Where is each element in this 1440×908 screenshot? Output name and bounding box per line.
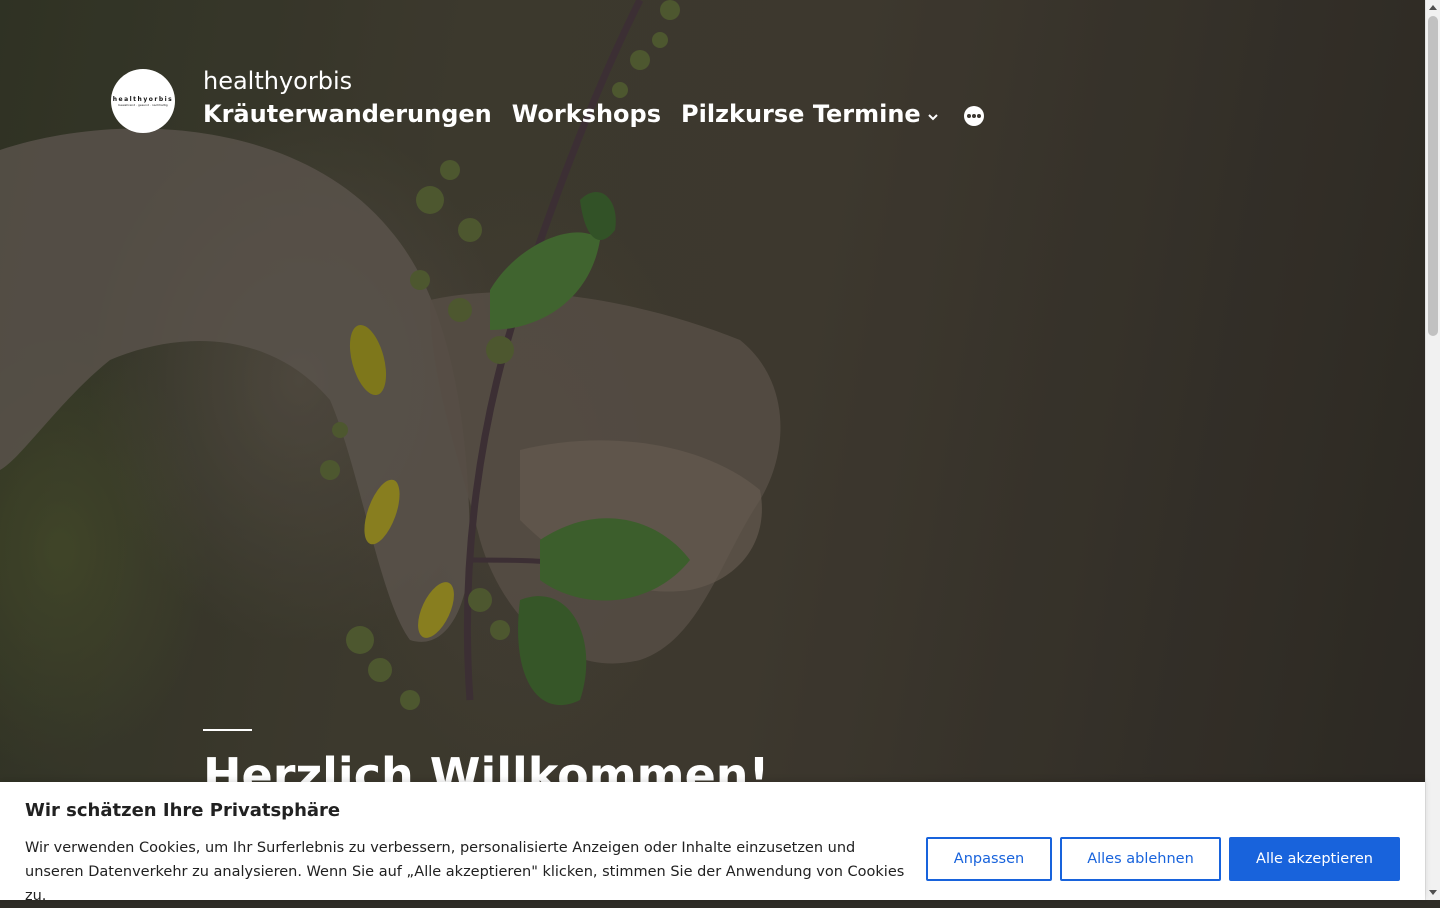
logo-tagline: bewahrend · gesund · nachhaltig (118, 102, 168, 107)
logo-wordmark: healthyorbis (112, 95, 174, 103)
scroll-up-arrow-icon[interactable] (1429, 5, 1437, 10)
scrollbar-thumb[interactable] (1428, 16, 1438, 336)
cookie-banner-text: Wir verwenden Cookies, um Ihr Surferlebn… (25, 840, 905, 904)
reject-all-cookies-button[interactable]: Alles ablehnen (1060, 837, 1221, 881)
customize-cookies-button[interactable]: Anpassen (926, 837, 1052, 881)
more-horizontal-icon[interactable] (963, 105, 985, 127)
chevron-down-icon[interactable] (927, 111, 939, 123)
scroll-down-arrow-icon[interactable] (1429, 890, 1437, 895)
hero-divider (203, 729, 252, 731)
main-navigation: Kräuterwanderungen Workshops Pilzkurse T… (203, 100, 985, 128)
cookie-consent-banner: Wir schätzen Ihre Privatsphäre Wir verwe… (0, 782, 1425, 904)
cookie-banner-heading: Wir schätzen Ihre Privatsphäre (25, 800, 341, 821)
page-scrollbar[interactable] (1425, 0, 1440, 900)
nav-item-pilzkurse[interactable]: Pilzkurse Termine (681, 100, 963, 128)
nav-item-pilzkurse-label[interactable]: Pilzkurse Termine (681, 100, 921, 128)
accept-all-cookies-button[interactable]: Alle akzeptieren (1229, 837, 1400, 881)
nav-item-workshops[interactable]: Workshops (512, 100, 661, 128)
site-logo[interactable]: healthyorbis bewahrend · gesund · nachha… (111, 69, 175, 133)
site-title[interactable]: healthyorbis (203, 67, 352, 95)
nav-item-kraeuterwanderungen[interactable]: Kräuterwanderungen (203, 100, 492, 128)
